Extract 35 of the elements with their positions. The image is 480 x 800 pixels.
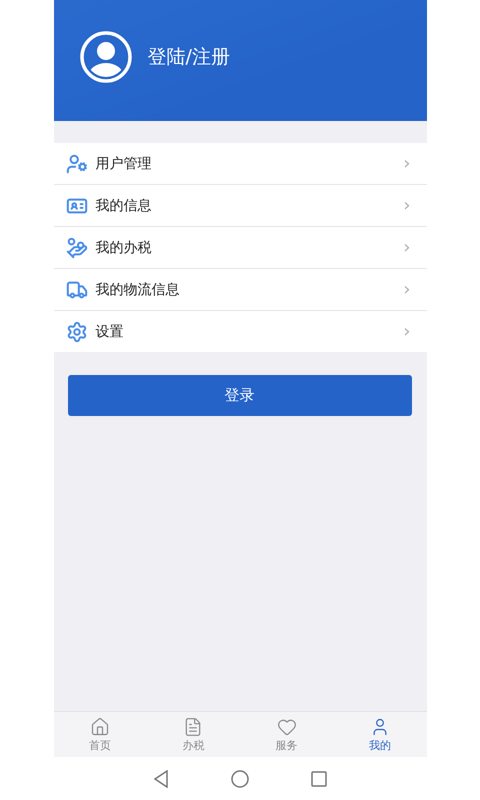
menu-label: 我的物流信息 (96, 280, 180, 298)
chevron-icon: › (403, 153, 410, 174)
chevron-icon: › (403, 237, 410, 258)
settings-icon (66, 320, 88, 342)
menu-label: 用户管理 (96, 154, 152, 172)
hand-coin-icon (66, 236, 88, 258)
chevron-icon: › (403, 279, 410, 300)
chevron-icon: › (403, 321, 410, 342)
user-gear-icon (66, 152, 88, 174)
menu-item[interactable]: 我的信息 › (54, 185, 426, 227)
home-icon (90, 716, 110, 736)
home-circle-icon[interactable] (231, 770, 249, 788)
back-icon[interactable] (153, 770, 169, 788)
tab-label: 我的 (368, 738, 391, 752)
menu-label: 我的信息 (96, 196, 152, 214)
chevron-icon: › (403, 195, 410, 216)
tab[interactable]: 首页 (54, 712, 147, 757)
tab[interactable]: 办税 (146, 712, 240, 757)
tab[interactable]: 服务 (240, 712, 334, 757)
menu-item[interactable]: 设置 › (54, 311, 426, 352)
login-button[interactable]: 登录 (68, 375, 412, 416)
menu-item[interactable]: 我的物流信息 › (54, 269, 426, 311)
recents-icon[interactable] (311, 770, 327, 786)
tab-label: 首页 (89, 738, 112, 752)
menu-item[interactable]: 我的办税 › (54, 227, 426, 269)
tab-label: 办税 (182, 738, 204, 752)
truck-icon (66, 278, 88, 300)
login-register-link[interactable]: 登陆/注册 (148, 44, 230, 70)
tab[interactable]: 我的 (333, 712, 426, 757)
menu-item[interactable]: 用户管理 › (54, 143, 426, 185)
tab-label: 服务 (276, 738, 298, 752)
menu-label: 设置 (96, 322, 124, 340)
avatar-icon[interactable] (80, 30, 132, 82)
menu-label: 我的办税 (96, 238, 152, 256)
heart-icon (276, 716, 297, 736)
